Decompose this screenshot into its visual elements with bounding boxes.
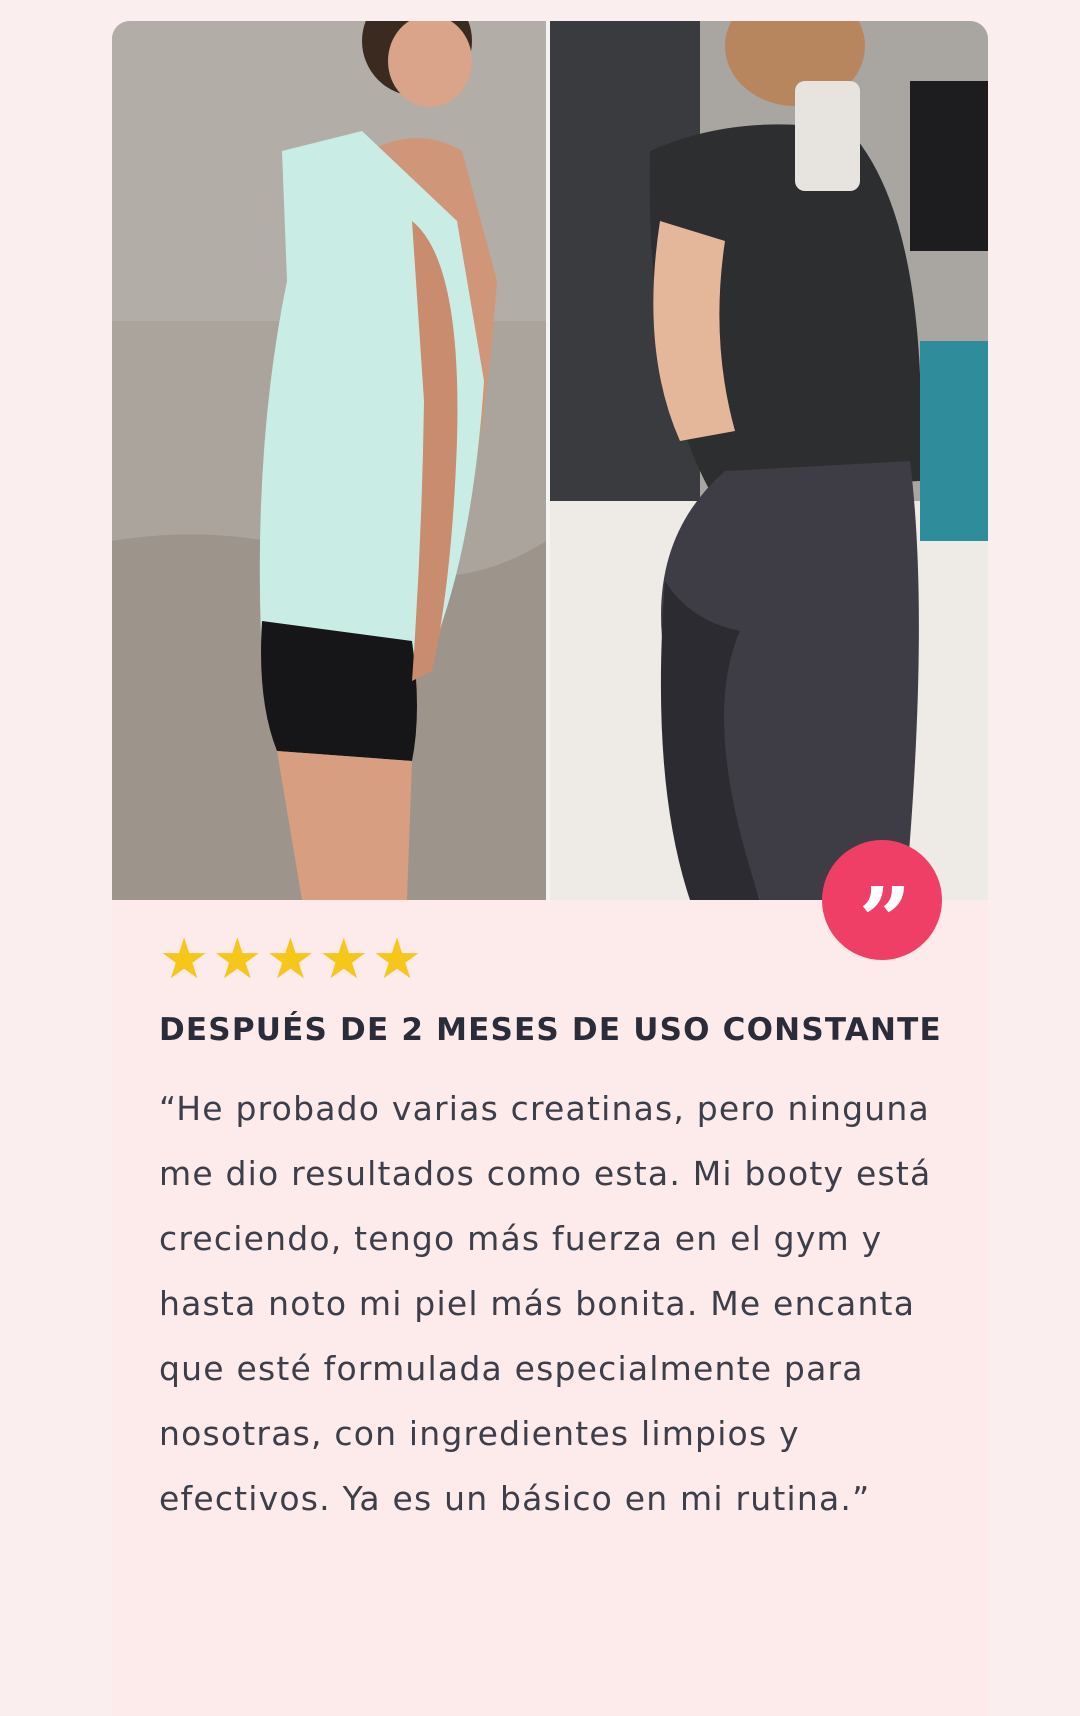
quote-icon: ” bbox=[858, 867, 912, 975]
page: ” ★ ★ ★ ★ ★ DESPUÉS DE 2 MESES DE USO CO… bbox=[0, 0, 1080, 1716]
testimonial-card: ” ★ ★ ★ ★ ★ DESPUÉS DE 2 MESES DE USO CO… bbox=[112, 21, 988, 1716]
star-icon: ★ bbox=[318, 927, 369, 992]
star-icon: ★ bbox=[371, 927, 423, 992]
quote-badge: ” bbox=[822, 840, 942, 967]
before-photo bbox=[112, 21, 546, 900]
before-photo-illustration bbox=[112, 21, 546, 900]
after-photo-illustration bbox=[550, 21, 988, 900]
review-title: DESPUÉS DE 2 MESES DE USO CONSTANTE bbox=[159, 1012, 942, 1048]
star-icon: ★ bbox=[212, 927, 263, 992]
before-after-photos bbox=[112, 21, 988, 900]
star-icon: ★ bbox=[159, 927, 210, 992]
review-content: ★ ★ ★ ★ ★ DESPUÉS DE 2 MESES DE USO CONS… bbox=[159, 927, 949, 1531]
star-rating: ★ ★ ★ ★ ★ bbox=[159, 927, 949, 992]
star-icon: ★ bbox=[265, 927, 316, 992]
after-photo bbox=[550, 21, 988, 900]
review-text: “He probado varias creatinas, pero ningu… bbox=[159, 1089, 932, 1518]
